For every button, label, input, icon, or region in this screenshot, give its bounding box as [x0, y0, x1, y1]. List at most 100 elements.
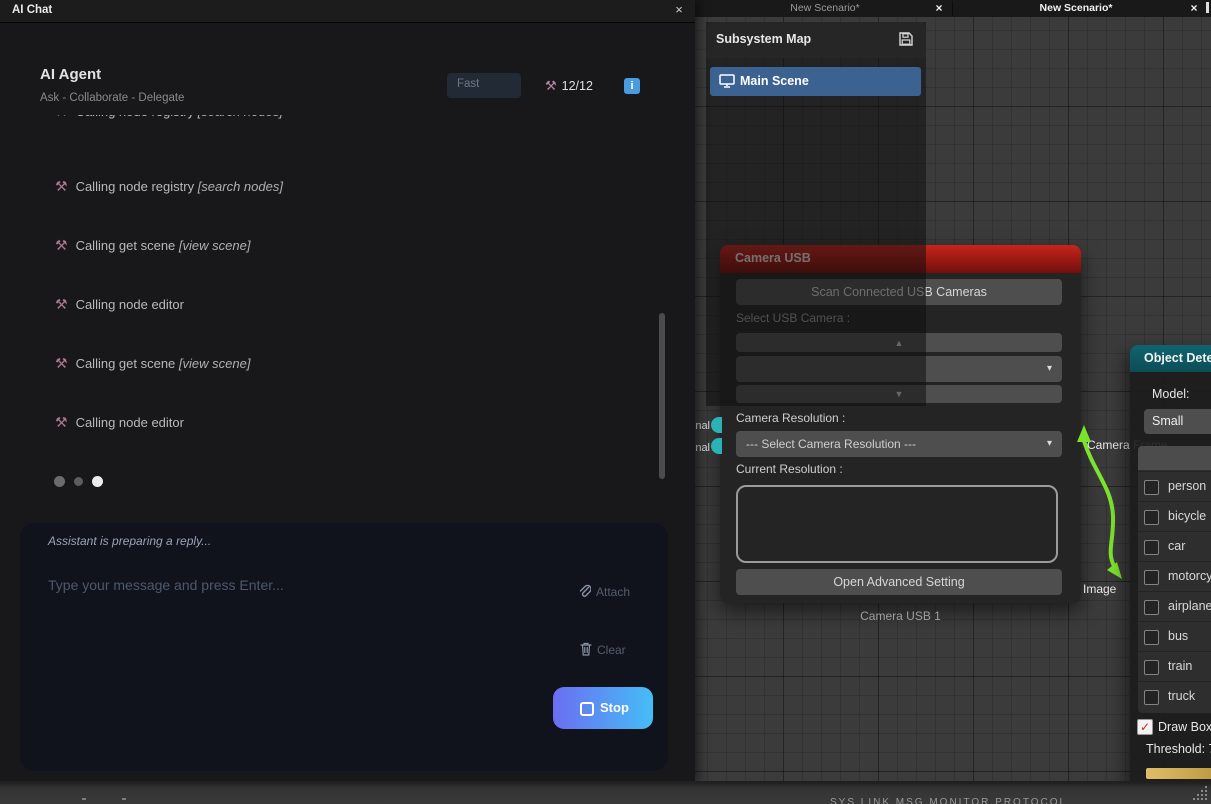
threshold-label: Threshold: 7	[1146, 742, 1211, 756]
message-detail: [search nodes]	[198, 179, 283, 194]
checkbox-car[interactable]	[1144, 540, 1159, 555]
message-text: Calling node editor	[76, 297, 184, 312]
tab-new-scenario-2[interactable]: New Scenario*	[954, 0, 1198, 17]
tool-icon: ⚒	[545, 78, 557, 93]
class-label: train	[1168, 659, 1192, 673]
chat-message: ⚒ Calling get scene [view scene]	[55, 237, 250, 254]
subsystem-map-titlebar: Subsystem Map	[706, 22, 926, 58]
signal-input-port[interactable]	[711, 438, 722, 454]
mode-select[interactable]: Fast	[447, 73, 521, 98]
message-detail: [search nodes]	[198, 115, 283, 119]
class-list: person bicycle car motorcycle airplane b…	[1138, 446, 1211, 713]
object-detection-node-title: Object Detection	[1144, 351, 1211, 365]
sidebar-item-main-scene[interactable]: Main Scene	[710, 67, 921, 96]
clear-label: Clear	[597, 643, 626, 657]
chat-message: ⚒ Calling get scene [view scene]	[55, 355, 250, 372]
chat-message-clipped: ⚒Calling node registry [search nodes]	[55, 115, 283, 120]
mode-value: Fast	[457, 78, 479, 90]
checkbox-motorcycle[interactable]	[1144, 570, 1159, 585]
checkbox-bicycle[interactable]	[1144, 510, 1159, 525]
agent-name: AI Agent	[40, 66, 101, 83]
checkbox-airplane[interactable]	[1144, 600, 1159, 615]
chat-message-list[interactable]: ⚒ Calling node registry [search nodes] ⚒ C…	[0, 115, 660, 507]
draw-boxes-checkbox[interactable]: ✓	[1137, 719, 1153, 735]
model-label: Model:	[1152, 387, 1190, 401]
tab1-close-icon[interactable]: ×	[931, 0, 947, 17]
agent-tagline: Ask - Collaborate - Delegate	[40, 92, 184, 104]
class-row[interactable]: bus	[1138, 621, 1211, 652]
info-icon[interactable]: i	[624, 78, 640, 94]
open-advanced-setting-button[interactable]: Open Advanced Setting	[736, 569, 1062, 595]
object-detection-node[interactable]: Object Detection Model: Small person bic…	[1130, 345, 1211, 789]
checkbox-person[interactable]	[1144, 480, 1159, 495]
chat-titlebar[interactable]: AI Chat ×	[0, 0, 695, 23]
message-text: Calling get scene	[76, 356, 179, 371]
message-text: Calling node editor	[76, 415, 184, 430]
chat-composer: Assistant is preparing a reply... Type y…	[20, 523, 668, 771]
attach-label: Attach	[596, 585, 630, 599]
class-label: truck	[1168, 689, 1195, 703]
class-row[interactable]: airplane	[1138, 591, 1211, 622]
tab2-close-icon[interactable]: ×	[1186, 0, 1202, 17]
class-row[interactable]: person	[1138, 471, 1211, 502]
model-value: Small	[1152, 414, 1183, 428]
attach-button[interactable]: Attach	[578, 584, 630, 599]
message-detail: [view scene]	[179, 356, 251, 371]
draw-boxes-label: Draw Boxes	[1158, 720, 1211, 734]
stop-label: Stop	[600, 700, 629, 715]
class-row[interactable]: motorcycle	[1138, 561, 1211, 592]
tab-new-scenario-1[interactable]: New Scenario*	[703, 0, 947, 17]
clipped-glyph	[82, 798, 86, 800]
main-scene-label: Main Scene	[740, 74, 809, 88]
close-icon[interactable]: ×	[671, 2, 687, 18]
message-input[interactable]: Type your message and press Enter...	[48, 577, 284, 593]
class-row[interactable]: bicycle	[1138, 501, 1211, 532]
class-label: person	[1168, 479, 1206, 493]
trash-icon	[580, 642, 592, 656]
tool-icon: ⚒	[55, 237, 68, 253]
class-list-header	[1138, 446, 1211, 470]
signal-input-port[interactable]	[711, 417, 722, 433]
scenario-tab-bar: New Scenario* × New Scenario* ×	[695, 0, 1211, 17]
tool-icon: ⚒	[55, 414, 68, 430]
camera-resolution-select[interactable]: --- Select Camera Resolution --- ▾	[736, 431, 1062, 457]
camera-resolution-label: Camera Resolution :	[736, 411, 845, 425]
class-row[interactable]: truck	[1138, 681, 1211, 712]
model-select[interactable]: Small	[1144, 409, 1211, 434]
tool-icon: ⚒	[55, 115, 68, 119]
clipped-status-text: SYS LINK MSG MONITOR PROTOCOL	[830, 797, 1067, 804]
tool-icon: ⚒	[55, 296, 68, 312]
chat-message: ⚒ Calling node registry [search nodes]	[55, 178, 283, 195]
ai-chat-window: AI Chat × AI Agent Ask - Collaborate - D…	[0, 0, 695, 782]
chat-scrollbar-thumb[interactable]	[659, 313, 665, 479]
current-resolution-label: Current Resolution :	[736, 462, 843, 476]
clear-button[interactable]: Clear	[580, 642, 626, 657]
class-row[interactable]: car	[1138, 531, 1211, 562]
save-icon[interactable]	[898, 31, 914, 52]
camera-resolution-value: --- Select Camera Resolution ---	[746, 437, 916, 451]
camera-node-caption: Camera USB 1	[720, 609, 1081, 623]
chat-window-title: AI Chat	[12, 4, 52, 16]
checkbox-truck[interactable]	[1144, 690, 1159, 705]
checkbox-train[interactable]	[1144, 660, 1159, 675]
chevron-down-icon: ▾	[1047, 363, 1052, 374]
tool-count: ⚒12/12	[545, 78, 593, 94]
tool-icon: ⚒	[55, 355, 68, 371]
class-label: bus	[1168, 629, 1188, 643]
typing-indicator	[54, 473, 112, 491]
class-label: airplane	[1168, 599, 1211, 613]
checkbox-bus[interactable]	[1144, 630, 1159, 645]
status-bar: SYS LINK MSG MONITOR PROTOCOL	[0, 781, 1211, 804]
message-detail: [view scene]	[179, 238, 251, 253]
class-row[interactable]: train	[1138, 651, 1211, 682]
message-text: Calling get scene	[76, 238, 179, 253]
threshold-slider[interactable]	[1146, 768, 1211, 779]
class-label: bicycle	[1168, 509, 1206, 523]
message-text: Calling node registry	[76, 179, 198, 194]
clipped-tab-glyph	[1206, 2, 1209, 13]
tool-icon: ⚒	[55, 178, 68, 194]
tab-separator	[952, 1, 953, 16]
resize-grip[interactable]	[1193, 786, 1208, 801]
stop-button[interactable]: Stop	[553, 687, 653, 729]
object-detection-node-header[interactable]: Object Detection	[1130, 345, 1211, 372]
